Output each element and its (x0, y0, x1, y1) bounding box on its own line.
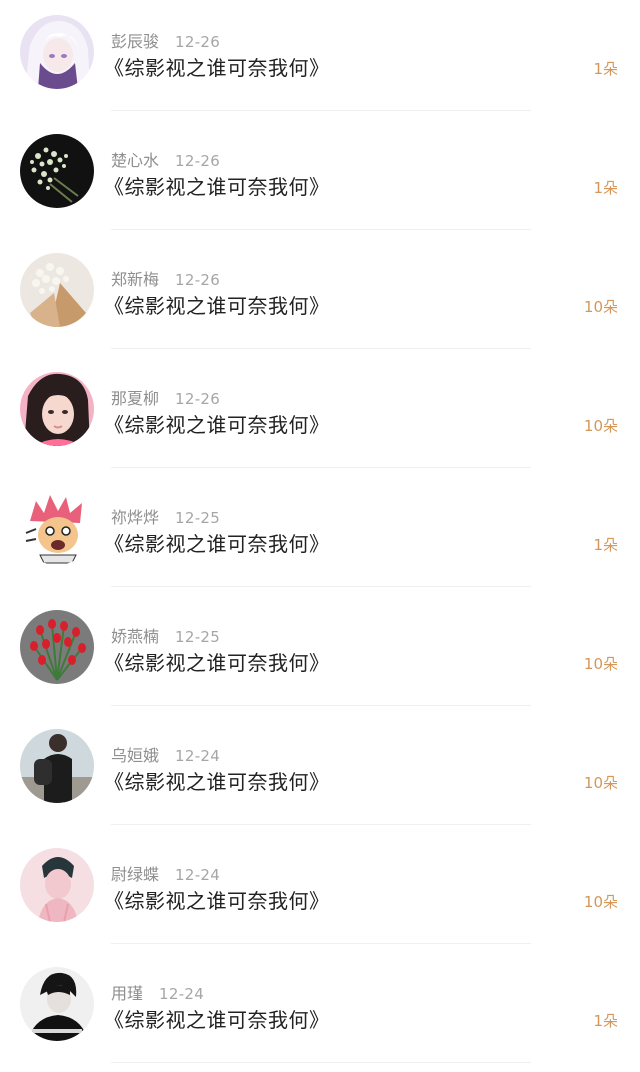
list-item[interactable]: 那夏柳 12-26 《综影视之谁可奈我何》 10朵 (0, 357, 640, 476)
flower-count: 1朵 (593, 60, 618, 78)
user-name: 用瑾 (111, 984, 144, 1003)
avatar-pink-portrait-icon (20, 848, 94, 922)
book-title: 《综影视之谁可奈我何》 (104, 532, 330, 556)
flower-count: 10朵 (583, 298, 618, 316)
avatar-girl-portrait-icon (20, 372, 94, 446)
record-date: 12-26 (175, 33, 221, 51)
list-item[interactable]: 祢烨烨 12-25 《综影视之谁可奈我何》 1朵 (0, 476, 640, 595)
avatar-flower-bouquet-icon (20, 253, 94, 327)
avatar-anime-white-hair-icon (20, 15, 94, 89)
row-divider (111, 467, 531, 468)
book-title: 《综影视之谁可奈我何》 (104, 56, 330, 80)
record-date: 12-25 (175, 509, 221, 527)
user-name: 那夏柳 (111, 389, 160, 408)
avatar-babys-breath-dark-icon (20, 134, 94, 208)
record-date: 12-26 (175, 152, 221, 170)
avatar-backpack-person-icon (20, 729, 94, 803)
row-divider (111, 1062, 531, 1063)
row-divider (111, 824, 531, 825)
flower-count: 1朵 (593, 1012, 618, 1030)
list-item[interactable]: 郑新梅 12-26 《综影视之谁可奈我何》 10朵 (0, 238, 640, 357)
avatar[interactable] (20, 372, 94, 446)
user-name: 彭辰骏 (111, 32, 160, 51)
avatar[interactable] (20, 848, 94, 922)
avatar[interactable] (20, 967, 94, 1041)
user-name: 郑新梅 (111, 270, 160, 289)
record-date: 12-26 (175, 271, 221, 289)
flower-count: 10朵 (583, 655, 618, 673)
avatar[interactable] (20, 610, 94, 684)
avatar[interactable] (20, 491, 94, 565)
row-divider (111, 943, 531, 944)
user-name: 乌姮娥 (111, 746, 160, 765)
row-divider (111, 110, 531, 111)
book-title: 《综影视之谁可奈我何》 (104, 413, 330, 437)
list-item[interactable]: 乌姮娥 12-24 《综影视之谁可奈我何》 10朵 (0, 714, 640, 833)
book-title: 《综影视之谁可奈我何》 (104, 294, 330, 318)
user-name: 娇燕楠 (111, 627, 160, 646)
row-divider (111, 705, 531, 706)
flower-count: 10朵 (583, 417, 618, 435)
avatar[interactable] (20, 134, 94, 208)
flower-count: 10朵 (583, 893, 618, 911)
avatar-cartoon-pink-hair-icon (20, 491, 94, 565)
avatar-black-white-person-icon (20, 967, 94, 1041)
book-title: 《综影视之谁可奈我何》 (104, 770, 330, 794)
user-name: 尉绿蝶 (111, 865, 160, 884)
row-divider (111, 348, 531, 349)
flower-count: 1朵 (593, 536, 618, 554)
row-divider (111, 229, 531, 230)
book-title: 《综影视之谁可奈我何》 (104, 175, 330, 199)
list-item[interactable]: 彭辰骏 12-26 《综影视之谁可奈我何》 1朵 (0, 0, 640, 119)
avatar[interactable] (20, 15, 94, 89)
avatar[interactable] (20, 253, 94, 327)
record-date: 12-24 (175, 866, 221, 884)
book-title: 《综影视之谁可奈我何》 (104, 1008, 330, 1032)
list-item[interactable]: 娇燕楠 12-25 《综影视之谁可奈我何》 10朵 (0, 595, 640, 714)
list-item[interactable]: 尉绿蝶 12-24 《综影视之谁可奈我何》 10朵 (0, 833, 640, 952)
record-date: 12-25 (175, 628, 221, 646)
record-date: 12-26 (175, 390, 221, 408)
record-date: 12-24 (175, 747, 221, 765)
avatar[interactable] (20, 729, 94, 803)
list-item[interactable]: 用瑾 12-24 《综影视之谁可奈我何》 1朵 (0, 952, 640, 1071)
row-divider (111, 586, 531, 587)
user-name: 祢烨烨 (111, 508, 160, 527)
user-name: 楚心水 (111, 151, 160, 170)
book-title: 《综影视之谁可奈我何》 (104, 651, 330, 675)
book-title: 《综影视之谁可奈我何》 (104, 889, 330, 913)
gift-record-list: 彭辰骏 12-26 《综影视之谁可奈我何》 1朵 楚心水 12-26 《综影视之… (0, 0, 640, 1072)
avatar-red-tulips-icon (20, 610, 94, 684)
list-item[interactable]: 楚心水 12-26 《综影视之谁可奈我何》 1朵 (0, 119, 640, 238)
flower-count: 10朵 (583, 774, 618, 792)
flower-count: 1朵 (593, 179, 618, 197)
record-date: 12-24 (159, 985, 205, 1003)
